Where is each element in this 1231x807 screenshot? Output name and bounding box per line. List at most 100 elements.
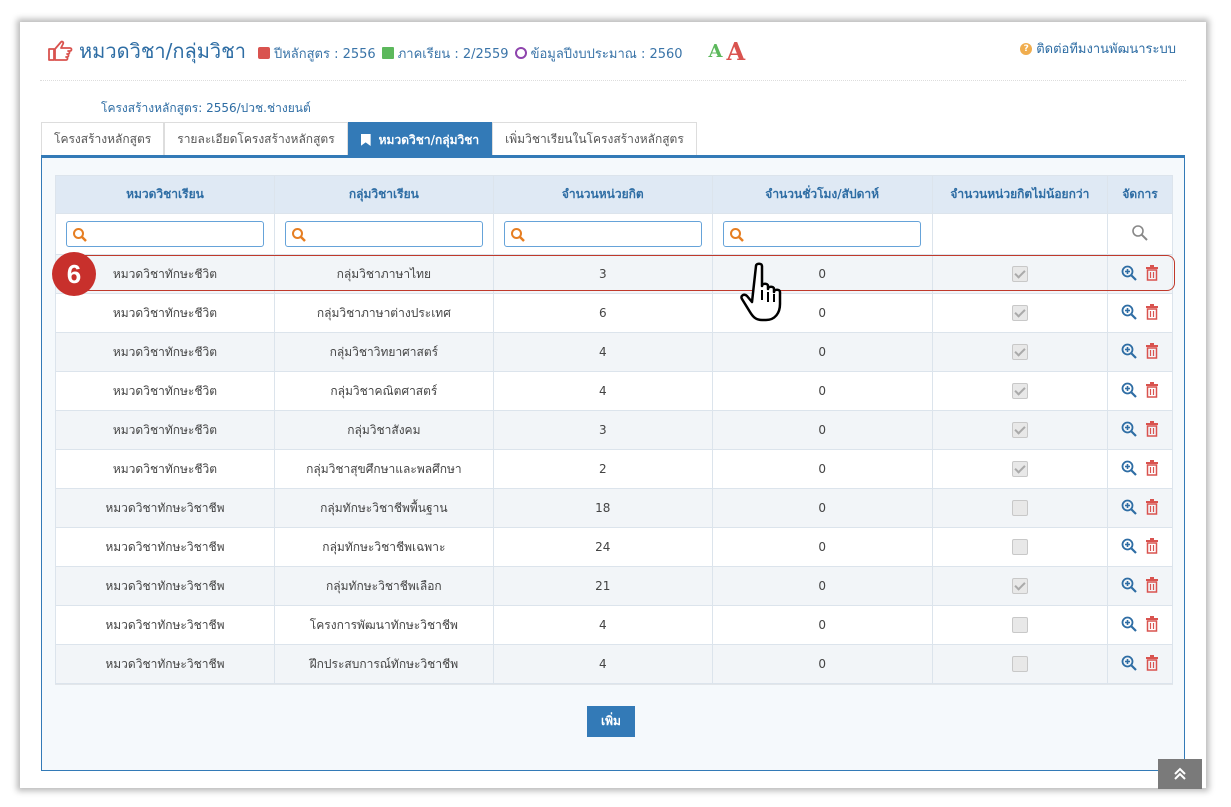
group-cell: กลุ่มวิชาวิทยาศาสตร์ [273,332,494,372]
min-credits-checkbox[interactable] [1011,500,1028,516]
view-icon[interactable] [1121,538,1137,557]
category-cell: หมวดวิชาทักษะชีวิต [55,332,275,372]
credits-cell: 21 [492,566,713,606]
delete-icon[interactable] [1145,381,1159,401]
min-credits-checkbox[interactable] [1011,617,1028,633]
group-filter-input[interactable] [284,221,483,247]
contact-label: ติดต่อทีมงานพัฒนาระบบ [1036,42,1176,57]
table-row[interactable]: หมวดวิชาทักษะชีวิต กลุ่มวิชาสุขศึกษาและพล… [55,449,1173,489]
view-icon[interactable] [1121,382,1137,401]
row-highlight-outline [58,255,1175,291]
delete-icon[interactable] [1145,537,1159,557]
credits-cell: 3 [492,410,713,450]
font-decrease-button[interactable]: A [709,41,723,62]
actions-cell [1107,488,1173,528]
table-header-row: หมวดวิชาเรียน กลุ่มวิชาเรียน จำนวนหน่วยก… [55,175,1173,214]
hand-cursor-icon [740,262,782,322]
table-row[interactable]: หมวดวิชาทักษะชีวิต กลุ่มวิชาวิทยาศาสตร์ 4 0 [55,332,1173,372]
tab-label: เพิ่มวิชาเรียนในโครงสร้างหลักสูตร [505,131,684,146]
credits-cell: 4 [492,332,713,372]
table-row[interactable]: หมวดวิชาทักษะวิชาชีพ ฝึกประสบการณ์ทักษะวิ… [55,644,1173,684]
credits-filter-input[interactable] [503,221,702,247]
credits-cell: 2 [492,449,713,489]
column-header[interactable]: จำนวนหน่วยกิตไม่น้อยกว่า [931,175,1109,214]
group-cell: กลุ่มทักษะวิชาชีพเลือก [273,566,494,606]
table-row[interactable]: หมวดวิชาทักษะชีวิต กลุ่มวิชาสังคม 3 0 [55,410,1173,450]
min-credits-cell [931,332,1109,372]
font-increase-button[interactable]: A [727,37,746,66]
category-filter-input[interactable] [65,221,264,247]
view-icon[interactable] [1121,343,1137,362]
delete-icon[interactable] [1145,420,1159,440]
table-row[interactable]: หมวดวิชาทักษะชีวิต กลุ่มวิชาภาษาต่างประเท… [55,293,1173,333]
structure-label: โครงสร้างหลักสูตร: 2556/ปวช.ช่างยนต์ [101,101,311,115]
category-cell: หมวดวิชาทักษะชีวิต [55,293,275,333]
view-icon[interactable] [1121,304,1137,323]
contact-link[interactable]: ? ติดต่อทีมงานพัฒนาระบบ [1020,38,1176,59]
group-cell: โครงการพัฒนาทักษะวิชาชีพ [273,605,494,645]
table-row[interactable]: หมวดวิชาทักษะวิชาชีพ กลุ่มทักษะวิชาชีพพื้… [55,488,1173,528]
credits-cell: 4 [492,371,713,411]
delete-icon[interactable] [1145,342,1159,362]
credits-cell: 4 [492,644,713,684]
view-icon[interactable] [1121,577,1137,596]
credits-cell: 18 [492,488,713,528]
hours-cell: 0 [711,410,933,450]
tab-structure-detail[interactable]: รายละเอียดโครงสร้างหลักสูตร [164,122,348,155]
column-header[interactable]: จำนวนชั่วโมง/สัปดาห์ [711,175,933,214]
min-credits-cell [931,527,1109,567]
view-icon[interactable] [1121,499,1137,518]
tab-structure[interactable]: โครงสร้างหลักสูตร [41,122,165,155]
search-icon[interactable] [1131,224,1149,242]
category-cell: หมวดวิชาทักษะวิชาชีพ [55,605,275,645]
table-row[interactable]: หมวดวิชาทักษะวิชาชีพ กลุ่มทักษะวิชาชีพเลื… [55,566,1173,606]
tab-add-subject[interactable]: เพิ่มวิชาเรียนในโครงสร้างหลักสูตร [492,122,697,155]
table-row[interactable]: หมวดวิชาทักษะชีวิต กลุ่มวิชาคณิตศาสตร์ 4 0 [55,371,1173,411]
empty-filter-cell [931,213,1109,255]
min-credits-cell [931,293,1109,333]
delete-icon[interactable] [1145,576,1159,596]
min-credits-checkbox[interactable] [1011,305,1028,321]
scroll-to-top-button[interactable] [1158,759,1202,789]
category-cell: หมวดวิชาทักษะวิชาชีพ [55,488,275,528]
content-panel: หมวดวิชาเรียน กลุ่มวิชาเรียน จำนวนหน่วยก… [41,155,1185,771]
min-credits-checkbox[interactable] [1011,344,1028,360]
hours-cell: 0 [711,644,933,684]
delete-icon[interactable] [1145,459,1159,479]
view-icon[interactable] [1121,616,1137,635]
delete-icon[interactable] [1145,615,1159,635]
table-row[interactable]: หมวดวิชาทักษะวิชาชีพ โครงการพัฒนาทักษะวิช… [55,605,1173,645]
search-icon [510,228,525,242]
hours-filter-input[interactable] [723,221,922,247]
column-header[interactable]: จำนวนหน่วยกิต [492,175,713,214]
delete-icon[interactable] [1145,303,1159,323]
view-icon[interactable] [1121,460,1137,479]
min-credits-cell [931,488,1109,528]
min-credits-cell [931,449,1109,489]
hours-cell: 0 [711,566,933,606]
column-header[interactable]: หมวดวิชาเรียน [55,175,275,214]
delete-icon[interactable] [1145,654,1159,674]
min-credits-checkbox[interactable] [1011,656,1028,672]
category-cell: หมวดวิชาทักษะชีวิต [55,449,275,489]
category-cell: หมวดวิชาทักษะวิชาชีพ [55,644,275,684]
min-credits-checkbox[interactable] [1011,578,1028,594]
min-credits-checkbox[interactable] [1011,422,1028,438]
delete-icon[interactable] [1145,498,1159,518]
group-cell: กลุ่มวิชาภาษาต่างประเทศ [273,293,494,333]
hours-cell: 0 [711,605,933,645]
min-credits-checkbox[interactable] [1011,461,1028,477]
table-row[interactable]: หมวดวิชาทักษะวิชาชีพ กลุ่มทักษะวิชาชีพเฉพ… [55,527,1173,567]
tab-category-group[interactable]: หมวดวิชา/กลุ่มวิชา [347,122,493,157]
min-credits-checkbox[interactable] [1011,383,1028,399]
view-icon[interactable] [1121,421,1137,440]
category-table: หมวดวิชาเรียน กลุ่มวิชาเรียน จำนวนหน่วยก… [55,175,1173,684]
view-icon[interactable] [1121,655,1137,674]
question-circle-icon: ? [1020,42,1033,55]
min-credits-checkbox[interactable] [1011,539,1028,555]
group-cell: กลุ่มวิชาคณิตศาสตร์ [273,371,494,411]
column-header[interactable]: กลุ่มวิชาเรียน [273,175,494,214]
add-button[interactable]: เพิ่ม [587,706,635,737]
actions-cell [1107,566,1173,606]
divider [55,684,1173,685]
